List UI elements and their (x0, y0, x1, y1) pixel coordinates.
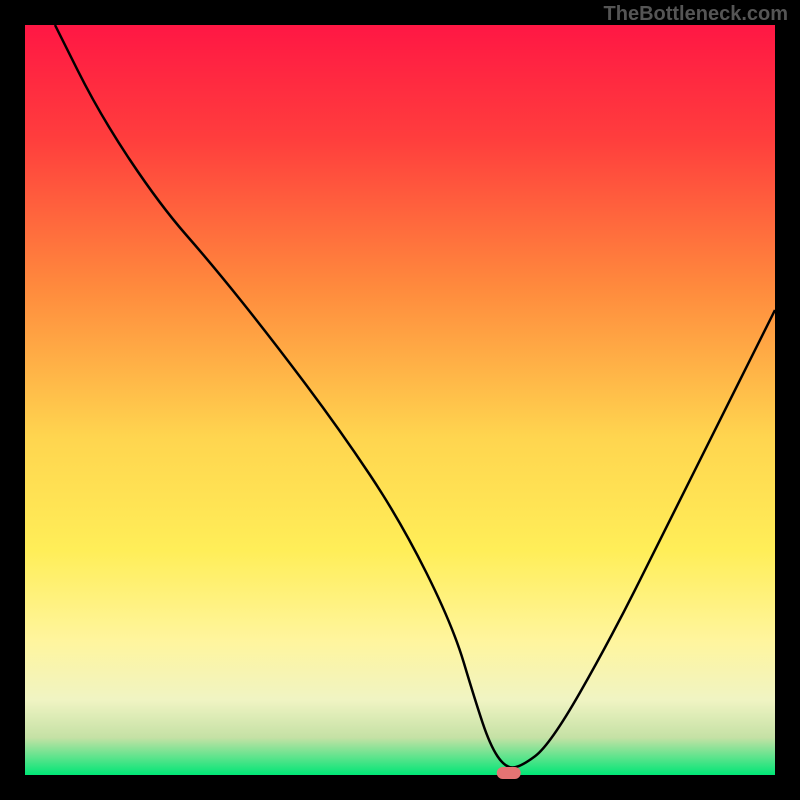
gradient-background (25, 25, 775, 775)
optimal-marker (497, 767, 521, 779)
attribution-text: TheBottleneck.com (604, 3, 788, 26)
bottleneck-chart (0, 0, 800, 800)
chart-container: TheBottleneck.com (0, 0, 800, 800)
